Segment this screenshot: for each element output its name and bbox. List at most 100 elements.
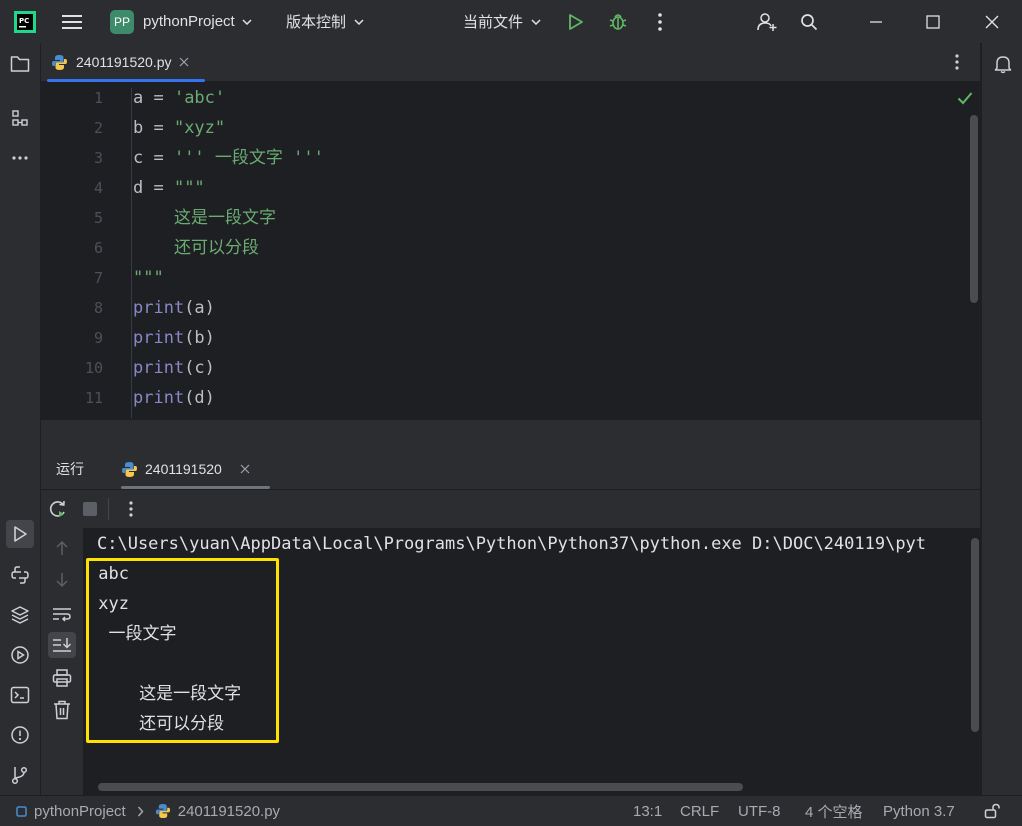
run-console[interactable]: C:\Users\yuan\AppData\Local\Programs\Pyt… [84,528,980,795]
file-lock-toggle[interactable] [984,796,1000,826]
run-config-tab[interactable]: 2401191520 [121,450,270,489]
code-token: (d) [184,388,215,408]
no-problems-check-icon [957,91,973,105]
terminal-tool-button[interactable] [6,681,34,709]
more-actions-icon[interactable] [656,0,664,43]
breadcrumb-project[interactable]: pythonProject [34,803,126,820]
vcs-label: 版本控制 [286,14,347,31]
arrow-down-icon [56,573,68,588]
code-line[interactable]: print(b) [133,323,215,353]
code-line[interactable]: d = """ [133,173,205,203]
code-line[interactable]: c = ''' 一段文字 ''' [133,143,324,173]
python-file-icon [155,803,170,819]
scroll-to-end-button[interactable] [48,632,76,658]
services-tool-button[interactable] [6,641,34,669]
code-line[interactable]: print(d) [133,383,215,413]
main-menu-icon[interactable] [61,0,83,43]
panel-splitter[interactable] [41,419,980,451]
debug-button[interactable] [608,0,628,43]
run-side-toolbar [41,528,84,795]
breadcrumb-file[interactable]: 2401191520.py [178,803,280,820]
python-interpreter[interactable]: Python 3.7 [883,796,955,826]
services-icon [11,646,29,664]
code-line[interactable]: a = 'abc' [133,83,225,113]
bug-icon [609,13,627,30]
rerun-button[interactable] [48,499,68,519]
string-token: 'abc' [173,88,226,108]
line-number: 2 [93,119,103,137]
vcs-menu[interactable]: 版本控制 [286,0,364,43]
pycharm-logo-icon[interactable]: PC [14,0,36,43]
arrow-up-icon [56,540,68,555]
editor-tab-active[interactable]: 2401191520.py [47,43,205,82]
layers-icon [11,606,29,624]
code-line[interactable]: 这是一段文字 [133,203,276,233]
run-more-icon[interactable] [127,500,135,518]
code-line[interactable]: print(c) [133,353,215,383]
play-icon [14,526,27,542]
module-icon [16,805,27,817]
indent-setting[interactable]: 4 个空格 [805,796,863,826]
soft-wrap-button[interactable] [48,601,76,627]
stop-button[interactable] [82,501,98,517]
line-number: 11 [84,389,103,407]
console-vertical-scrollbar[interactable] [971,538,979,732]
layers-tool-button[interactable] [6,601,34,629]
clear-all-button[interactable] [48,697,76,723]
minimize-button[interactable] [869,0,883,43]
file-encoding[interactable]: UTF-8 [738,796,781,826]
close-window-button[interactable] [985,0,999,43]
more-tools-icon[interactable] [6,144,34,172]
run-tool-button[interactable] [6,520,34,548]
wrap-icon [53,608,71,622]
problems-tool-button[interactable] [6,721,34,749]
editor-tabs-more-icon[interactable] [953,53,961,71]
run-config-selector[interactable]: 当前文件 [463,0,541,43]
svg-text:PC: PC [19,17,29,25]
maximize-button[interactable] [926,0,940,43]
code-line[interactable]: b = "xyz" [133,113,225,143]
code-line[interactable]: """ [133,263,164,293]
project-selector[interactable]: PP pythonProject [110,0,252,43]
builtin-function-token: print [133,328,185,348]
run-button[interactable] [567,0,585,43]
code-token: a = [133,88,174,108]
scroll-up-button[interactable] [48,535,76,561]
code-line[interactable]: 还可以分段 [133,233,259,263]
run-config-label: 当前文件 [463,14,524,31]
indent-guide [131,88,132,418]
editor-scrollbar[interactable] [970,115,978,303]
python-icon [11,566,29,584]
scroll-down-button[interactable] [48,567,76,593]
rerun-icon [49,500,65,517]
add-user-icon[interactable] [757,0,777,43]
python-file-icon [122,461,137,477]
run-config-tab-label: 2401191520 [145,461,222,477]
chevron-right-icon [137,806,144,816]
python-packages-button[interactable] [6,561,34,589]
project-tool-button[interactable] [6,50,34,78]
string-token: """ [173,178,205,198]
close-tab-icon[interactable] [179,57,189,67]
git-tool-button[interactable] [6,761,34,789]
close-tab-icon[interactable] [240,464,250,474]
print-button[interactable] [48,665,76,691]
caret-position[interactable]: 13:1 [633,796,662,826]
left-tool-strip [0,43,41,795]
chevron-down-icon [531,18,541,25]
structure-icon [12,110,28,126]
unlock-icon [984,803,1000,819]
console-horizontal-scrollbar[interactable] [98,783,743,791]
builtin-function-token: print [133,298,185,318]
editor-tab-bar: 2401191520.py [41,43,980,82]
structure-tool-button[interactable] [6,104,34,132]
line-number: 7 [93,269,103,287]
code-editor[interactable]: 1 2 3 4 5 6 7 8 9 10 11 a = 'abc' b = "xyz" c = ''' … [41,82,980,419]
code-line[interactable]: print(a) [133,293,215,323]
line-separator[interactable]: CRLF [680,796,719,826]
search-icon[interactable] [800,0,818,43]
notifications-button[interactable] [989,50,1017,78]
string-token: 这是一段文字 [133,208,276,228]
trash-icon [54,700,70,720]
builtin-function-token: print [133,388,185,408]
